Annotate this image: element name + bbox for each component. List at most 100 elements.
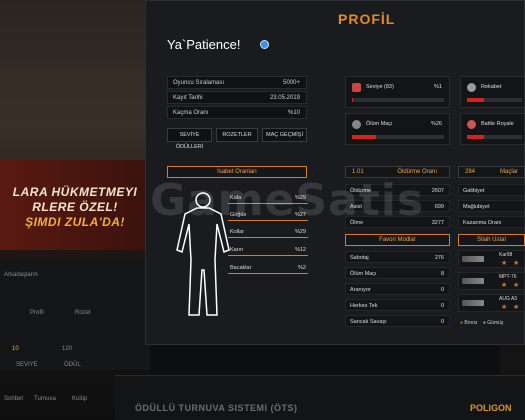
row-key: Mağlubiyet	[463, 203, 490, 210]
silver-dot-icon: ●	[482, 320, 486, 326]
star-icon: ★	[513, 260, 520, 267]
row-value: 276	[434, 254, 444, 261]
club-label[interactable]: Kulüp	[72, 396, 87, 402]
mode-row-sabotage: Sabotaj 276	[345, 251, 450, 263]
mode-row-ffa: Herkes Tek 0	[345, 299, 450, 311]
info-value: 5000+	[283, 80, 300, 86]
deathmatch-progress-fill	[352, 135, 376, 139]
level-icon	[352, 83, 361, 92]
tournament-system-button[interactable]: ÖDÜLLÜ TURNUVA SISTEMI (ÖTS)	[135, 403, 298, 413]
profile-title: PROFİL	[338, 11, 396, 27]
rifle-icon	[462, 300, 484, 306]
deathmatch-icon	[352, 120, 361, 129]
favorite-modes-header: Favori Modlar	[345, 234, 450, 246]
odul-button[interactable]: ÖDÜL	[64, 362, 81, 368]
level-progress-bar	[352, 98, 444, 102]
poligon-button[interactable]: POLIGON	[470, 403, 512, 413]
seviye-button[interactable]: SEVIYE	[16, 362, 38, 368]
stat-value: %1	[434, 84, 442, 90]
info-row-escape-rate: Kaçma Oranı %10	[167, 106, 307, 119]
stat-value: %26	[430, 121, 442, 127]
tournament-nav-label[interactable]: Turnuva	[34, 396, 56, 402]
info-key: Kaçma Oranı	[173, 110, 209, 116]
hit-value: %2	[298, 265, 306, 271]
mode-row-wanted: Aranıyor 0	[345, 283, 450, 295]
stat-label: Seviye (83)	[366, 84, 394, 90]
promo-line-3: ŞIMDI ZULA'DA!	[25, 215, 125, 229]
stat-card-rekabet: Rekabet	[460, 76, 525, 108]
weapon-name: AUG A3	[499, 296, 518, 302]
row-key: Herkes Tek	[350, 302, 378, 309]
gold-count: 10	[12, 346, 19, 352]
weapon-name: MPT-76	[499, 274, 517, 280]
hit-key: Kollar	[230, 229, 245, 235]
info-key: Oyuncu Sıralaması	[173, 80, 225, 86]
matches-header: 284 Maçlar	[458, 166, 525, 178]
weapon-name: Kar98	[499, 252, 513, 258]
star-icon: ★	[513, 282, 520, 289]
coin-count: 120	[62, 346, 73, 352]
level-progress-fill	[352, 98, 353, 102]
username: Ya`Patience!	[167, 37, 241, 52]
watermark: GameSatis	[150, 175, 425, 226]
rekabet-progress-fill	[467, 98, 484, 102]
hit-value: %29	[294, 229, 306, 235]
verified-icon	[260, 40, 269, 49]
info-row-register-date: Kayıt Tarihi 23.05.2019	[167, 91, 307, 104]
stat-label: Rekabet	[481, 84, 502, 90]
chat-label[interactable]: Sohbet	[4, 396, 23, 402]
rekabet-icon	[467, 83, 476, 92]
hit-key: Karın	[230, 247, 244, 253]
info-row-ranking: Oyuncu Sıralaması 5000+	[167, 76, 307, 89]
row-value: 0	[440, 286, 444, 293]
info-value: %10	[287, 110, 300, 116]
star-icon: ★	[501, 304, 508, 311]
stat-card-level: Seviye (83) %1	[345, 76, 450, 108]
row-value: 3277	[431, 219, 444, 226]
row-key: Sancak Savaşı	[350, 318, 387, 325]
matches-title: Maçlar	[499, 169, 518, 175]
info-value: 23.05.2019	[269, 95, 300, 101]
battle-royale-progress-fill	[467, 135, 484, 139]
match-history-button[interactable]: MAÇ GEÇMİŞİ	[262, 128, 307, 142]
row-key: Kazanma Oranı	[463, 219, 502, 226]
bottom-bar	[115, 375, 525, 420]
star-icon: ★	[501, 260, 508, 267]
weapon-row-kar98: Kar98 ★ ★	[458, 250, 525, 268]
promo-banner-text: LARA HÜKMETMEYI RLERE ÖZEL! ŞIMDI ZULA'D…	[0, 185, 150, 230]
stat-card-battle-royale: Battle Royale	[460, 113, 525, 145]
row-value: 0	[440, 302, 444, 309]
profile-label[interactable]: Profil	[30, 310, 44, 316]
badge-label[interactable]: Rozet	[75, 310, 91, 316]
matches-number: 284	[465, 169, 476, 175]
row-value: 2607	[431, 187, 444, 194]
level-rewards-button[interactable]: SEVİYE ÖDÜLLERİ	[167, 128, 212, 150]
star-icon: ★	[501, 282, 508, 289]
row-key: Ölüm Maçı	[350, 270, 377, 277]
rifle-icon	[462, 256, 484, 262]
weapon-legend: ● Bronz ● Gümüş	[460, 320, 503, 326]
row-value: 699	[434, 203, 444, 210]
stat-label: Battle Royale	[481, 121, 514, 127]
silver-label: Gümüş	[487, 320, 504, 326]
bronze-dot-icon: ●	[460, 320, 464, 326]
row-key: Sabotaj	[350, 254, 369, 261]
badges-button[interactable]: ROZETLER	[216, 128, 258, 142]
row-key: Aranıyor	[350, 286, 371, 293]
wins-row: Galibiyet	[458, 184, 525, 196]
hit-row-arms: Kollar %29	[228, 228, 308, 238]
mode-row-flag: Sancak Savaşı 0	[345, 315, 450, 327]
battle-royale-progress-bar	[467, 135, 522, 139]
row-key: Galibiyet	[463, 187, 485, 194]
promo-line-2: RLERE ÖZEL!	[32, 200, 118, 214]
stat-label: Ölüm Maçı	[366, 121, 393, 127]
battle-royale-icon	[467, 120, 476, 129]
promo-line-1: LARA HÜKMETMEYI	[12, 185, 138, 199]
info-key: Kayıt Tarihi	[173, 95, 203, 101]
win-rate-row: Kazanma Oranı	[458, 216, 525, 228]
rekabet-progress-bar	[467, 98, 522, 102]
row-value: 0	[440, 318, 444, 325]
hit-value: %12	[294, 247, 306, 253]
friends-label[interactable]: Arkadaşların	[4, 272, 38, 278]
hit-row-belly: Karın %12	[228, 246, 308, 256]
